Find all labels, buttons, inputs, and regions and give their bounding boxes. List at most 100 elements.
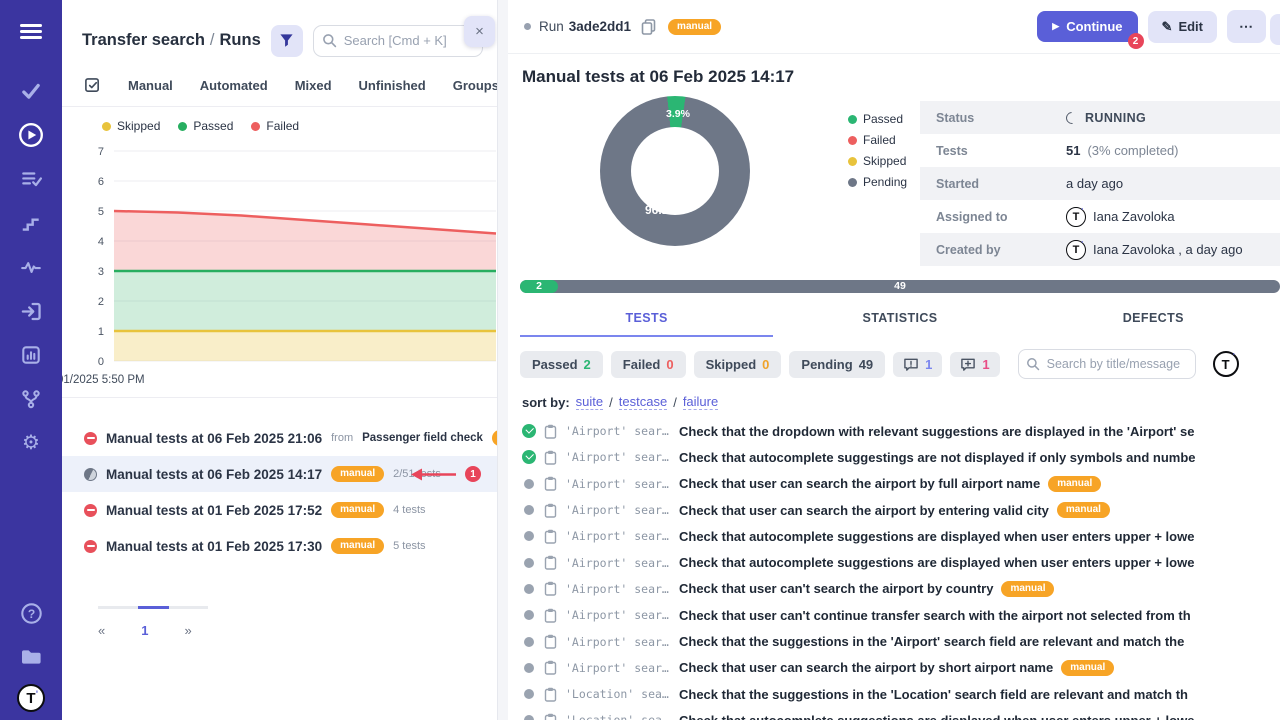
legend-item: Failed [251,119,299,133]
clipboard-icon [544,476,557,491]
sort-by-suite[interactable]: suite [576,394,603,410]
run-list-item[interactable]: Manual tests at 01 Feb 2025 17:52 manual… [62,492,497,528]
run-status-icon [84,504,97,517]
run-status-icon [84,432,97,445]
tab-manual[interactable]: Manual [128,78,173,93]
test-case-row[interactable]: 'Airport' sear… Check that autocomplete … [508,549,1280,575]
activity-icon[interactable] [14,250,48,284]
test-status-icon [524,505,534,515]
run-type-badge: manual [331,466,384,482]
comments-filter-button[interactable]: 1 [893,352,942,377]
run-list-item[interactable]: Manual tests at 06 Feb 2025 14:17 manual… [62,456,497,492]
test-case-row[interactable]: 'Airport' sear… Check that user can't co… [508,602,1280,628]
user-avatar[interactable]: T' [17,684,45,712]
test-title: Check that the dropdown with relevant su… [679,424,1194,439]
pencil-icon: ✎ [1162,19,1173,35]
tab-mixed[interactable]: Mixed [295,78,332,93]
play-circle-icon[interactable] [14,118,48,152]
filter-pending[interactable]: Pending49 [789,351,885,378]
tab-automated[interactable]: Automated [200,78,268,93]
more-actions-button[interactable]: ⋯ [1227,10,1266,43]
filter-passed[interactable]: Passed2 [520,351,603,378]
filter-failed[interactable]: Failed0 [611,351,686,378]
tab-tests[interactable]: TESTS [520,302,773,337]
info-row: Created by T'Iana Zavoloka , a day ago [920,233,1280,266]
continue-button[interactable]: ▶ Continue 2 [1037,11,1137,42]
test-case-row[interactable]: 'Airport' sear… Check that the suggestio… [508,628,1280,654]
test-status-icon [524,610,534,620]
run-item-title: Manual tests at 06 Feb 2025 14:17 [106,467,322,482]
svg-text:3: 3 [98,266,104,278]
comment-exclaim-icon [903,357,919,372]
test-case-row[interactable]: 'Location' sea… Check that the suggestio… [508,681,1280,707]
menu-icon[interactable] [14,14,48,48]
branch-icon[interactable] [14,382,48,416]
test-title: Check that user can't continue transfer … [679,608,1191,623]
test-case-row[interactable]: 'Airport' sear… Check that user can sear… [508,471,1280,497]
svg-text:0: 0 [98,356,104,368]
next-page-button[interactable]: » [178,621,197,640]
tab-defects[interactable]: DEFECTS [1027,302,1280,337]
runs-history-chart: Skipped Passed Failed 76543210 01/2025 5… [62,106,497,398]
run-tests-count: 4 tests [393,504,425,516]
check-icon[interactable] [14,74,48,108]
pagination: « 1 » [62,606,497,640]
filter-skipped[interactable]: Skipped0 [694,351,782,378]
prev-page-button[interactable]: « [92,621,111,640]
run-source-plan: Passenger field check [362,432,483,444]
test-case-row[interactable]: 'Airport' sear… Check that autocomplete … [508,444,1280,470]
test-suite: 'Airport' sear… [565,529,671,543]
test-case-row[interactable]: 'Location' sea… Check that autocomplete … [508,707,1280,720]
test-case-row[interactable]: 'Airport' sear… Check that autocomplete … [508,523,1280,549]
page-1-button[interactable]: 1 [133,621,156,640]
test-case-row[interactable]: 'Airport' sear… Check that the dropdown … [508,418,1280,444]
close-icon[interactable]: × [464,16,495,47]
tab-unfinished[interactable]: Unfinished [359,78,426,93]
breadcrumb-parent[interactable]: Transfer search [82,31,205,49]
search-input[interactable] [313,25,483,57]
list-check-icon[interactable] [14,162,48,196]
folder-icon[interactable] [14,640,48,674]
test-suite: 'Airport' sear… [565,661,671,675]
svg-text:4: 4 [98,236,104,248]
run-list-item[interactable]: Manual tests at 01 Feb 2025 17:30 manual… [62,528,497,564]
sort-by-testcase[interactable]: testcase [619,394,667,410]
gear-icon[interactable]: ⚙ [14,426,48,460]
test-case-row[interactable]: 'Airport' sear… Check that user can sear… [508,497,1280,523]
chart-box-icon[interactable] [14,338,48,372]
donut-label-pending: 96.1% [645,203,679,217]
legend-item: Failed [848,133,907,147]
test-case-row[interactable]: 'Airport' sear… Check that user can't se… [508,576,1280,602]
funnel-icon [279,33,294,48]
info-row: Started a day ago [920,167,1280,200]
steps-icon[interactable] [14,206,48,240]
test-case-row[interactable]: 'Airport' sear… Check that user can sear… [508,655,1280,681]
run-list-item[interactable]: Manual tests at 06 Feb 2025 21:06 from P… [62,420,497,456]
clipboard-icon [544,503,557,518]
test-status-icon [524,715,534,720]
legend-dot [102,122,111,131]
test-title: Check that autocomplete suggestions are … [679,529,1194,544]
svg-text:2: 2 [98,296,104,308]
test-search-input[interactable] [1018,349,1196,379]
legend-item: Skipped [102,119,160,133]
test-suite: 'Airport' sear… [565,635,671,649]
select-all-icon[interactable] [84,77,101,94]
test-title: Check that autocomplete suggestions are … [679,555,1194,570]
filter-button[interactable] [271,25,303,57]
sort-by-failure[interactable]: failure [683,394,718,410]
clipped-button[interactable] [1270,14,1280,45]
svg-text:1: 1 [98,326,104,338]
tab-statistics[interactable]: STATISTICS [773,302,1026,337]
chart-x-tick: 01/2025 5:50 PM [62,374,497,386]
help-icon[interactable]: ? [14,596,48,630]
add-comment-filter-button[interactable]: 1 [950,352,999,377]
test-status-icon [524,584,534,594]
sign-in-icon[interactable] [14,294,48,328]
tab-groups[interactable]: Groups [453,78,498,93]
assignee-avatar[interactable]: T' [1213,351,1239,377]
test-status-icon [524,558,534,568]
sort-controls: sort by: suite / testcase / failure [522,394,1280,410]
copy-icon[interactable] [639,17,658,37]
edit-button[interactable]: ✎ Edit [1148,11,1217,43]
